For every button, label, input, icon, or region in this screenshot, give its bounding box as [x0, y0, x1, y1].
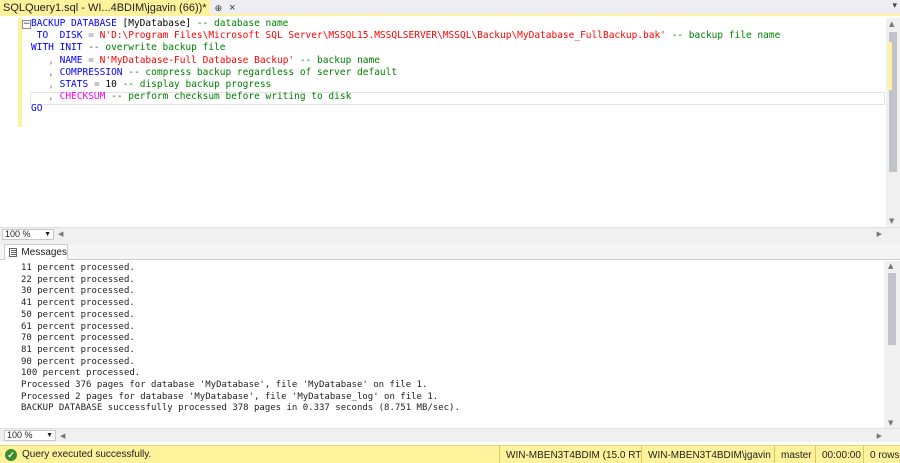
- code-line[interactable]: WITH INIT -- overwrite backup file: [31, 42, 780, 54]
- message-line: 61 percent processed.: [21, 321, 135, 332]
- message-line: 50 percent processed.: [21, 309, 135, 320]
- code-token: =: [88, 30, 100, 42]
- messages-icon: [9, 248, 18, 257]
- message-line: 100 percent processed.: [21, 368, 141, 379]
- chevron-down-icon: ▼: [44, 230, 51, 238]
- changed-lines-marker: [18, 18, 22, 127]
- status-bar: ✓ Query executed successfully. WIN-MBEN3…: [0, 445, 900, 463]
- scroll-up-icon[interactable]: ▲: [889, 20, 894, 28]
- tab-list-dropdown-icon[interactable]: ▾: [892, 1, 897, 11]
- code-token: WITH INIT: [31, 42, 89, 54]
- messages-pane[interactable]: 11 percent processed. 22 percent processe…: [0, 261, 884, 428]
- editor-zoom-bar: 100 % ▼ ◀ ▶: [0, 227, 900, 240]
- status-message: Query executed successfully.: [22, 449, 152, 460]
- message-line: BACKUP DATABASE successfully processed 3…: [21, 403, 460, 414]
- status-database: master: [774, 446, 815, 463]
- results-tab-strip: Messages: [0, 244, 900, 260]
- code-line[interactable]: BACKUP DATABASE [MyDatabase] -- database…: [31, 18, 780, 30]
- code-token: CHECKSUM: [59, 91, 112, 103]
- check-icon: ✓: [5, 448, 17, 461]
- code-line[interactable]: , STATS = 10 -- display backup progress: [31, 79, 780, 91]
- code-token: 10: [105, 79, 123, 91]
- code-token: GO: [31, 103, 43, 115]
- scroll-left-icon[interactable]: ◀: [58, 230, 63, 238]
- code-token: -- compress backup regardless of server …: [128, 66, 398, 78]
- tab-messages-label: Messages: [21, 247, 67, 258]
- messages-vertical-scrollbar[interactable]: ▲ ▼: [884, 261, 900, 428]
- tab-messages[interactable]: Messages: [4, 244, 68, 260]
- code-token: -- backup name: [299, 54, 380, 66]
- code-token: -- overwrite backup file: [88, 42, 226, 54]
- scroll-up-icon[interactable]: ▲: [888, 262, 893, 270]
- scroll-left-icon[interactable]: ◀: [60, 432, 65, 440]
- close-icon[interactable]: ×: [229, 2, 235, 14]
- editor-zoom-value: 100 %: [5, 228, 31, 239]
- scroll-thumb[interactable]: [888, 273, 896, 345]
- scroll-down-icon[interactable]: ▼: [888, 419, 893, 427]
- code-token: BACKUP DATABASE: [31, 18, 117, 29]
- code-line[interactable]: TO DISK = N'D:\Program Files\Microsoft S…: [31, 30, 781, 42]
- status-server: WIN-MBEN3T4BDIM (15.0 RTM): [499, 446, 641, 463]
- code-token: [MyDatabase]: [116, 18, 197, 29]
- code-text[interactable]: BACKUP DATABASE [MyDatabase] -- database…: [31, 18, 780, 116]
- code-token: ,: [31, 79, 60, 91]
- message-line: 22 percent processed.: [21, 274, 135, 285]
- message-line: Processed 2 pages for database 'MyDataba…: [21, 391, 439, 402]
- code-token: N'MyDatabase-Full Database Backup': [99, 54, 295, 66]
- code-token: =: [93, 79, 106, 91]
- code-token: TO DISK: [31, 30, 89, 42]
- pin-icon[interactable]: ⊕: [215, 3, 223, 14]
- chevron-down-icon: ▼: [46, 432, 53, 439]
- messages-text: 11 percent processed. 22 percent processe…: [21, 263, 460, 415]
- scroll-down-icon[interactable]: ▼: [889, 217, 894, 225]
- scroll-right-icon[interactable]: ▶: [877, 230, 882, 238]
- status-row-count: 0 rows: [863, 446, 900, 463]
- query-editor[interactable]: − BACKUP DATABASE [MyDatabase] -- databa…: [0, 18, 886, 227]
- code-token: COMPRESSION: [59, 66, 129, 78]
- code-token: =: [88, 54, 100, 66]
- code-line[interactable]: , COMPRESSION -- compress backup regardl…: [31, 67, 780, 79]
- tab-sqlquery1[interactable]: SQLQuery1.sql - WI...4BDIM\jgavin (66))*…: [0, 0, 236, 16]
- messages-zoom-value: 100 %: [7, 430, 33, 440]
- message-line: Processed 376 pages for database 'MyData…: [21, 380, 428, 391]
- code-token: ,: [31, 91, 60, 103]
- editor-zoom-select[interactable]: 100 % ▼: [2, 228, 54, 240]
- messages-zoom-bar: 100 % ▼ ◀ ▶: [0, 428, 900, 442]
- document-tab-strip: SQLQuery1.sql - WI...4BDIM\jgavin (66))*…: [0, 0, 900, 16]
- message-line: 11 percent processed.: [21, 263, 135, 273]
- message-line: 30 percent processed.: [21, 286, 135, 297]
- collapse-toggle-icon[interactable]: −: [22, 20, 31, 29]
- message-line: 81 percent processed.: [21, 344, 135, 355]
- message-line: 70 percent processed.: [21, 333, 135, 344]
- status-elapsed-time: 00:00:00: [815, 446, 863, 463]
- code-line[interactable]: GO: [31, 103, 780, 115]
- code-token: N'D:\Program Files\Microsoft SQL Server\…: [99, 30, 666, 42]
- message-line: 41 percent processed.: [21, 298, 135, 309]
- code-token: ,: [31, 54, 60, 66]
- message-line: 90 percent processed.: [21, 356, 135, 367]
- tab-title: SQLQuery1.sql - WI...4BDIM\jgavin (66))*: [3, 2, 207, 14]
- scroll-change-marker: [888, 42, 892, 90]
- code-token: -- perform checksum before writing to di…: [111, 91, 352, 103]
- scroll-right-icon[interactable]: ▶: [877, 432, 882, 440]
- code-line[interactable]: , NAME = N'MyDatabase-Full Database Back…: [31, 55, 780, 67]
- code-token: -- backup file name: [671, 30, 781, 42]
- code-token: ,: [31, 66, 60, 78]
- code-token: -- database name: [196, 18, 289, 29]
- code-token: STATS: [59, 79, 94, 91]
- status-user: WIN-MBEN3T4BDIM\jgavin ...: [641, 446, 774, 463]
- messages-zoom-select[interactable]: 100 % ▼: [4, 430, 56, 441]
- code-token: NAME: [59, 54, 89, 66]
- code-token: -- display backup progress: [122, 79, 272, 91]
- code-line[interactable]: , CHECKSUM -- perform checksum before wr…: [31, 91, 780, 103]
